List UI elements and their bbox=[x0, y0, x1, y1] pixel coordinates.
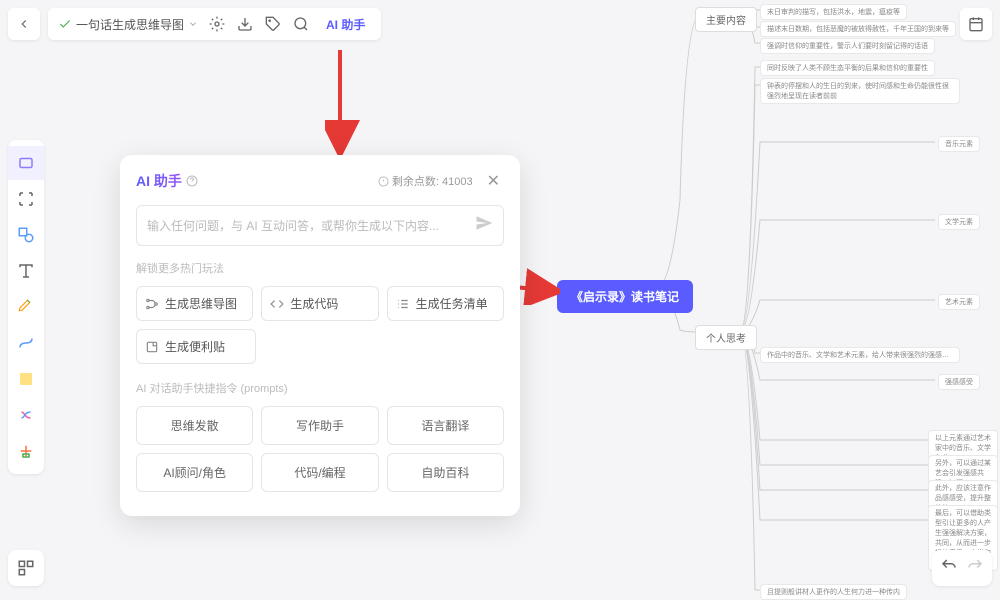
tool-more[interactable] bbox=[8, 434, 44, 468]
ai-input-container bbox=[136, 205, 504, 246]
mindmap-leaf[interactable]: 艺术元素 bbox=[938, 294, 980, 310]
prompt-advisor[interactable]: AI顾问/角色 bbox=[136, 453, 253, 492]
action-gen-tasks[interactable]: 生成任务清单 bbox=[387, 286, 504, 321]
left-sidebar bbox=[8, 140, 44, 474]
tool-connector[interactable] bbox=[8, 326, 44, 360]
send-button[interactable] bbox=[475, 214, 493, 237]
ai-assistant-button[interactable]: AI 助手 bbox=[320, 16, 371, 33]
ai-input[interactable] bbox=[147, 219, 475, 233]
settings-icon[interactable] bbox=[208, 15, 226, 33]
prompt-diverge[interactable]: 思维发散 bbox=[136, 406, 253, 445]
mindmap-leaf[interactable]: 强调时信仰的重要性，警示人们要时刻留记得的话语 bbox=[760, 38, 935, 54]
mindmap-leaf[interactable]: 末日审判的描写，包括洪水，地震，瘟疫等 bbox=[760, 4, 907, 20]
prompts-label: AI 对话助手快捷指令 (prompts) bbox=[136, 380, 504, 396]
action-gen-mindmap[interactable]: 生成思维导图 bbox=[136, 286, 253, 321]
tool-shape[interactable] bbox=[8, 218, 44, 252]
action-gen-code[interactable]: 生成代码 bbox=[261, 286, 378, 321]
tool-text[interactable] bbox=[8, 254, 44, 288]
ai-assistant-panel: AI 助手 剩余点数: 41003 ✕ 解锁更多热门玩法 生成思维导图 生成代码 bbox=[120, 155, 520, 516]
undo-redo-bar bbox=[932, 550, 992, 586]
mindmap-leaf[interactable]: 且提则般讲材人更作的人生何力进一种传内 bbox=[760, 584, 907, 600]
points-remaining: 剩余点数: 41003 bbox=[378, 173, 473, 189]
tool-mindmap[interactable] bbox=[8, 398, 44, 432]
mindmap-leaf[interactable]: 强感感受 bbox=[938, 374, 980, 390]
prompt-writing[interactable]: 写作助手 bbox=[261, 406, 378, 445]
close-button[interactable]: ✕ bbox=[483, 171, 504, 191]
mindmap-category-main[interactable]: 主要内容 bbox=[695, 7, 757, 32]
redo-button[interactable] bbox=[966, 557, 984, 580]
search-icon[interactable] bbox=[292, 15, 310, 33]
doc-title[interactable]: 一句话生成思维导图 bbox=[58, 16, 198, 33]
export-icon[interactable] bbox=[236, 15, 254, 33]
tool-sticky[interactable] bbox=[8, 362, 44, 396]
tool-pen[interactable] bbox=[8, 290, 44, 324]
prompt-wiki[interactable]: 自助百科 bbox=[387, 453, 504, 492]
hot-plays-label: 解锁更多热门玩法 bbox=[136, 260, 504, 276]
mindmap-leaf[interactable]: 文学元素 bbox=[938, 214, 980, 230]
mindmap-leaf[interactable]: 钟表的停摆和人的生日的到来，使时间感和生命仍能很性很强烈地呈现在读者前前 bbox=[760, 78, 960, 104]
tool-rectangle[interactable] bbox=[8, 146, 44, 180]
title-bar: 一句话生成思维导图 AI 助手 bbox=[48, 8, 381, 40]
layers-button[interactable] bbox=[8, 550, 44, 586]
calendar-button[interactable] bbox=[960, 8, 992, 40]
undo-button[interactable] bbox=[940, 557, 958, 580]
mindmap-leaf[interactable]: 描述末日数期，包括恶魔的被放得赦性，千年王国的到来等 bbox=[760, 21, 956, 37]
tool-frame[interactable] bbox=[8, 182, 44, 216]
back-button[interactable] bbox=[8, 8, 40, 40]
action-gen-sticky[interactable]: 生成便利贴 bbox=[136, 329, 256, 364]
mindmap-leaf[interactable]: 音乐元素 bbox=[938, 136, 980, 152]
ai-panel-title: AI 助手 bbox=[136, 171, 198, 191]
mindmap-leaf[interactable]: 作品中的音乐、文学和艺术元素，给人带来很强烈的强感感受 bbox=[760, 347, 960, 363]
prompt-translate[interactable]: 语言翻译 bbox=[387, 406, 504, 445]
mindmap-leaf[interactable]: 同时反映了人类不顾生态平衡的后果和信仰的重要性 bbox=[760, 60, 935, 76]
red-arrow-down bbox=[325, 45, 365, 155]
prompt-coding[interactable]: 代码/编程 bbox=[261, 453, 378, 492]
mindmap-category-think[interactable]: 个人思考 bbox=[695, 325, 757, 350]
tag-icon[interactable] bbox=[264, 15, 282, 33]
mindmap-root[interactable]: 《启示录》读书笔记 bbox=[557, 280, 693, 313]
